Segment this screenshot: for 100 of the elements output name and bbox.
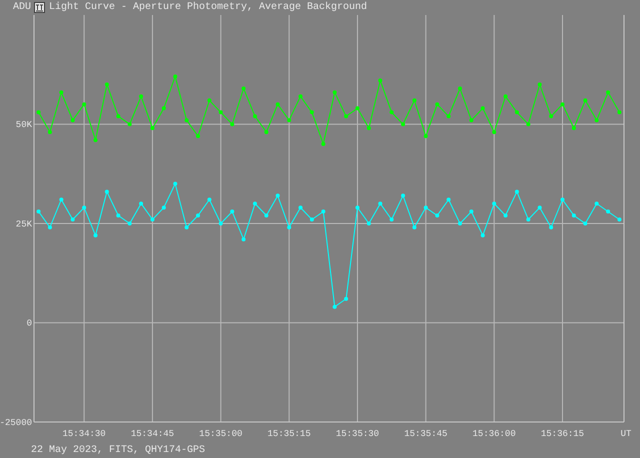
- data-point: [378, 202, 382, 206]
- data-point: [70, 118, 75, 122]
- data-point: [150, 126, 154, 130]
- data-point: [458, 86, 462, 90]
- data-point: [514, 110, 519, 114]
- axis-tick-label: -25000: [0, 418, 32, 428]
- data-point: [207, 98, 212, 102]
- data-point: [173, 74, 178, 79]
- data-point: [287, 225, 292, 230]
- axis-tick-label: 15:34:45: [130, 429, 174, 439]
- data-point: [298, 206, 303, 210]
- axis-label: UT: [620, 429, 632, 439]
- data-point: [36, 210, 41, 214]
- data-point: [321, 210, 326, 214]
- data-point: [48, 130, 52, 134]
- data-point: [424, 134, 428, 138]
- data-point: [549, 225, 554, 230]
- data-point: [242, 86, 246, 90]
- data-point: [617, 218, 622, 222]
- data-point: [150, 218, 154, 222]
- data-point: [435, 214, 440, 218]
- axis-tick-label: 15:35:45: [404, 429, 448, 439]
- data-point: [401, 122, 406, 126]
- axis-tick-label: 15:36:00: [472, 429, 516, 439]
- data-point: [424, 206, 428, 210]
- data-point: [162, 206, 166, 210]
- data-point: [128, 221, 132, 226]
- data-point: [560, 198, 564, 202]
- data-point: [230, 210, 234, 214]
- data-point: [196, 214, 200, 218]
- data-point: [82, 102, 86, 106]
- data-point: [594, 118, 599, 122]
- data-point: [287, 118, 292, 122]
- data-point: [366, 126, 371, 130]
- data-point: [549, 114, 554, 118]
- data-point: [332, 90, 337, 94]
- data-point: [572, 214, 576, 218]
- data-point: [390, 110, 394, 114]
- data-point: [48, 225, 52, 230]
- data-point: [355, 206, 360, 210]
- data-point: [310, 218, 314, 222]
- data-point: [139, 202, 144, 206]
- data-point: [207, 198, 212, 202]
- data-point: [70, 218, 75, 222]
- image-info: 22 May 2023, FITS, QHY174-GPS: [31, 444, 206, 456]
- data-point: [321, 142, 326, 146]
- data-point: [116, 114, 120, 118]
- data-point: [298, 94, 303, 98]
- data-point: [538, 206, 542, 210]
- axis-tick-label: 15:35:30: [336, 429, 380, 439]
- data-point: [276, 102, 280, 106]
- data-point: [412, 225, 416, 230]
- data-point: [572, 126, 576, 130]
- data-point: [344, 296, 348, 301]
- data-point: [59, 198, 64, 202]
- axis-tick-label: 15:35:00: [199, 429, 242, 439]
- data-point: [446, 198, 451, 202]
- data-point: [94, 233, 98, 238]
- data-point: [504, 94, 508, 98]
- data-point: [583, 221, 588, 226]
- data-point: [252, 114, 257, 118]
- data-point: [184, 225, 189, 230]
- data-point: [82, 206, 86, 210]
- data-point: [617, 110, 622, 114]
- data-point: [264, 130, 268, 134]
- data-point: [378, 78, 382, 83]
- data-point: [526, 122, 530, 126]
- data-point: [230, 122, 234, 126]
- axis-tick-label: 15:36:15: [540, 429, 584, 439]
- data-point: [606, 210, 610, 214]
- axis-tick-label: 15:34:30: [62, 429, 106, 439]
- data-point: [104, 82, 109, 86]
- app-icon: [34, 2, 45, 13]
- data-point: [344, 114, 348, 118]
- axis-tick-label: 0: [26, 318, 32, 329]
- data-point: [504, 214, 508, 218]
- data-point: [276, 194, 280, 198]
- data-point: [173, 182, 178, 186]
- data-point: [218, 110, 223, 114]
- data-point: [139, 94, 144, 98]
- data-point: [252, 202, 257, 206]
- data-point: [264, 214, 268, 218]
- data-point: [480, 233, 485, 238]
- data-point: [332, 304, 337, 309]
- data-point: [366, 221, 371, 226]
- data-point: [36, 110, 41, 114]
- data-point: [310, 110, 314, 114]
- data-point: [469, 210, 474, 214]
- data-point: [184, 118, 189, 122]
- data-point: [401, 194, 406, 198]
- data-point: [492, 130, 496, 134]
- data-point: [355, 106, 360, 110]
- axis-label: ADU: [13, 2, 30, 13]
- data-point: [218, 221, 223, 226]
- data-point: [390, 218, 394, 222]
- axis-tick-label: 50K: [16, 120, 32, 130]
- data-point: [94, 138, 98, 142]
- data-point: [128, 122, 132, 126]
- axis-tick-label: 15:35:15: [268, 429, 311, 439]
- data-point: [560, 102, 564, 106]
